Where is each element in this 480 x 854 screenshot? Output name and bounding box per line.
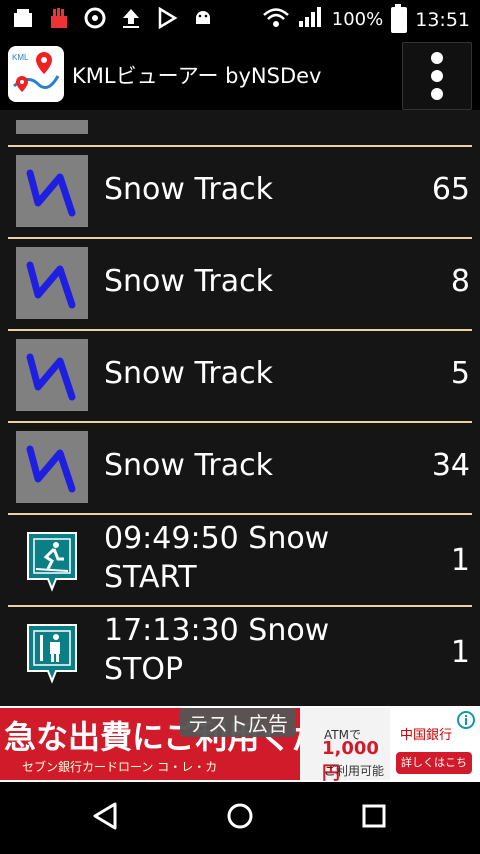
drive-upload-icon	[10, 6, 36, 30]
status-bar: 100% 13:51	[0, 0, 480, 38]
list-item[interactable]: Snow Track 5	[0, 331, 480, 421]
app-bar: KML KMLビューアー byNSDev	[0, 38, 480, 110]
item-label-time: 17:13:30 Snow	[104, 613, 330, 648]
signal-icon	[298, 6, 324, 33]
kml-map-pin-icon: KML	[8, 46, 64, 102]
notification-icons	[10, 6, 216, 30]
item-label: Snow Track	[104, 356, 273, 391]
kml-item-list[interactable]: Snow Track 65 Snow Track 8 Snow Track 5 …	[0, 110, 480, 706]
item-count: 34	[431, 448, 470, 483]
system-status: 100% 13:51	[262, 3, 470, 33]
home-circle-icon	[225, 801, 255, 835]
item-label: Snow Track	[104, 172, 273, 207]
battery-percent: 100%	[331, 9, 384, 30]
recents-button[interactable]	[354, 798, 394, 838]
item-label-event: STOP	[104, 652, 184, 687]
app-title: KMLビューアー byNSDev	[72, 64, 322, 88]
item-count: 1	[450, 543, 470, 578]
back-triangle-icon	[91, 801, 121, 835]
item-label: 09:49:50 Snow START	[104, 521, 329, 596]
track-icon	[16, 247, 88, 319]
ad-creative-mid: ATMで 1,000円 ご利用可能	[300, 708, 390, 782]
ski-lift-marker-icon	[26, 623, 78, 689]
list-item[interactable]: 17:13:30 Snow STOP 1	[0, 607, 480, 697]
item-label: Snow Track	[104, 264, 273, 299]
wifi-icon	[262, 6, 290, 33]
svg-text:KML: KML	[12, 53, 29, 62]
ad-subline: セブン銀行カードローン コ・レ・カ	[22, 760, 218, 774]
list-item[interactable]: 09:49:50 Snow START 1	[0, 515, 480, 605]
track-icon	[16, 339, 88, 411]
clock: 13:51	[415, 8, 470, 31]
list-item[interactable]: Snow Track 8	[0, 239, 480, 329]
ad-cta-button[interactable]: 詳しくはこちら	[396, 752, 472, 782]
item-label: 17:13:30 Snow STOP	[104, 613, 329, 688]
track-thumbnail-partial	[16, 120, 88, 134]
ad-bank-name: 中国銀行	[400, 728, 453, 743]
navigation-bar	[0, 782, 480, 854]
list-item[interactable]: Snow Track 65	[0, 147, 480, 237]
track-icon	[16, 155, 88, 227]
android-icon	[190, 6, 216, 30]
ad-usage: ご利用可能	[324, 764, 385, 778]
recents-square-icon	[359, 801, 389, 835]
back-button[interactable]	[86, 798, 126, 838]
test-ad-label: テスト広告	[180, 708, 296, 737]
play-store-icon	[154, 6, 180, 30]
track-icon	[16, 431, 88, 503]
skier-marker-icon	[26, 531, 78, 597]
item-label-event: START	[104, 560, 197, 595]
home-button[interactable]	[220, 798, 260, 838]
notification-icon	[82, 6, 108, 30]
hand-icon	[46, 6, 72, 30]
upload-icon	[118, 6, 144, 30]
item-count: 65	[431, 172, 470, 207]
item-label-time: 09:49:50 Snow	[104, 521, 330, 556]
ad-choices-icon[interactable]	[456, 710, 476, 730]
item-count: 1	[450, 635, 470, 670]
overflow-menu-button[interactable]	[402, 42, 472, 110]
item-count: 5	[450, 356, 470, 391]
item-count: 8	[450, 264, 470, 299]
list-item[interactable]: Snow Track 34	[0, 423, 480, 513]
battery-icon	[391, 3, 408, 33]
ad-banner[interactable]: 急な出費にご利用ください セブン銀行カードローン コ・レ・カ テスト広告 ATM…	[0, 706, 480, 782]
item-label: Snow Track	[104, 448, 273, 483]
